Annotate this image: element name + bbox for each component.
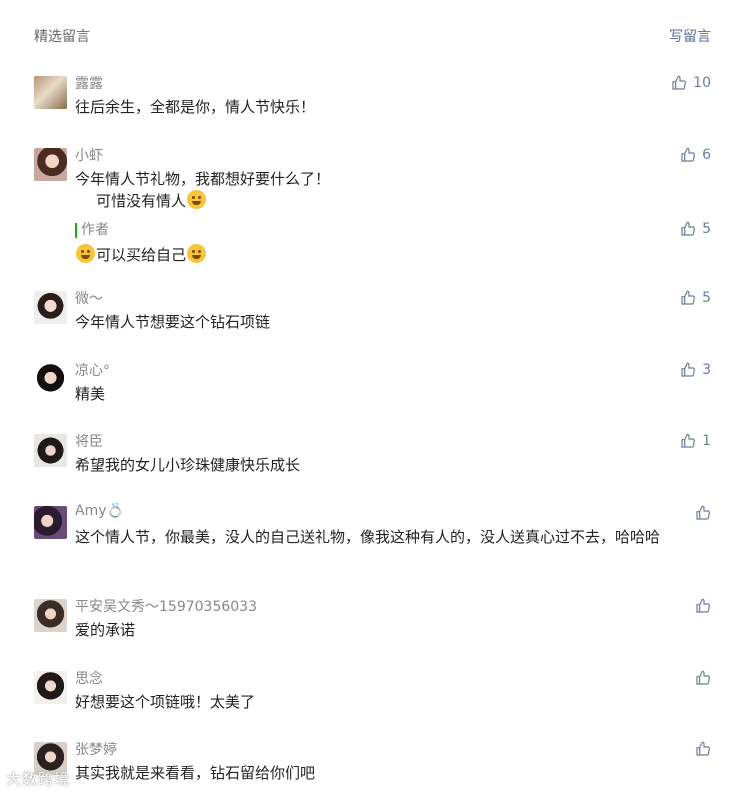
thumbs-up-icon [671, 75, 687, 91]
like-count: 10 [693, 75, 711, 91]
commenter-name: 平安吴文秀～15970356033 [75, 599, 257, 615]
like-button[interactable]: 1 [680, 431, 711, 451]
watermark: 大数跨境 [6, 770, 71, 788]
like-button[interactable] [695, 503, 711, 523]
author-like-button[interactable]: 5 [680, 219, 711, 239]
like-count: 1 [702, 433, 711, 449]
comments-header: 精选留言 写留言 [34, 26, 711, 48]
comment-text: 今年情人节想要这个钻石项链 [75, 313, 271, 331]
comment-text: 精美 [75, 385, 106, 403]
like-button[interactable]: 3 [680, 360, 711, 380]
comment-line: 今年情人节礼物，我都想好要什么了！ [75, 170, 331, 188]
like-count: 3 [702, 362, 711, 378]
avatar [34, 291, 67, 324]
commenter-name: 微～ [75, 291, 103, 307]
comment-text: 其实我就是来看看，钻石留给你们吧 [75, 764, 316, 782]
thumbs-up-icon [680, 362, 696, 378]
comment-text: 今年情人节礼物，我都想好要什么了！ 可惜没有情人 [75, 168, 710, 212]
avatar [34, 506, 67, 539]
commenter-name: 张梦婷 [75, 742, 117, 758]
comment-text: 爱的承诺 [75, 621, 136, 639]
author-reply-block: 作者 可以买给自己 [75, 219, 710, 266]
thinking-emoji-icon [187, 244, 207, 263]
author-tag: 作者 [75, 223, 109, 238]
commenter-name: 将臣 [75, 434, 103, 450]
comment-text: 好想要这个项链哦！太美了 [75, 693, 256, 711]
avatar [34, 434, 67, 467]
thumbs-up-icon [695, 741, 711, 757]
thumbs-up-icon [680, 433, 696, 449]
like-button[interactable] [695, 668, 711, 688]
comment-text: 往后余生，全都是你，情人节快乐！ [75, 98, 316, 116]
like-count: 6 [702, 147, 711, 163]
thumbs-up-icon [695, 505, 711, 521]
avatar [34, 148, 67, 181]
like-button[interactable]: 10 [671, 73, 711, 93]
commenter-name: Amy💍 [75, 503, 124, 519]
like-button[interactable] [695, 596, 711, 616]
thumbs-up-icon [695, 598, 711, 614]
like-button[interactable]: 5 [680, 288, 711, 308]
comment-text: 这个情人节，你最美，没人的自己送礼物，像我这种有人的，没人送真心过不去，哈哈哈 [75, 528, 661, 546]
thumbs-up-icon [695, 670, 711, 686]
commenter-name: 思念 [75, 671, 103, 687]
avatar [34, 76, 67, 109]
like-count: 5 [702, 290, 711, 306]
commenter-name: 小虾 [75, 148, 103, 164]
thumbs-up-icon [680, 147, 696, 163]
like-count: 5 [702, 221, 711, 237]
write-comment-link[interactable]: 写留言 [669, 26, 711, 46]
like-button[interactable]: 6 [680, 145, 711, 165]
thumbs-up-icon [680, 290, 696, 306]
avatar [34, 671, 67, 704]
comment-text: 希望我的女儿小珍珠健康快乐成长 [75, 456, 301, 474]
comment-line-2-text: 可惜没有情人 [96, 192, 187, 210]
author-reply-content: 可以买给自己 [96, 246, 187, 264]
comment-line-2: 可惜没有情人 [75, 190, 710, 212]
like-button[interactable] [695, 739, 711, 759]
thumbs-up-icon [680, 221, 696, 237]
avatar [34, 363, 67, 396]
section-title: 精选留言 [34, 29, 90, 45]
author-reply-text: 可以买给自己 [75, 244, 710, 266]
commenter-name: 露露 [75, 76, 103, 92]
commenter-name: 凉心° [75, 363, 110, 379]
avatar [34, 599, 67, 632]
laughing-emoji-icon [187, 190, 207, 209]
crying-laughing-emoji-icon [76, 244, 95, 263]
